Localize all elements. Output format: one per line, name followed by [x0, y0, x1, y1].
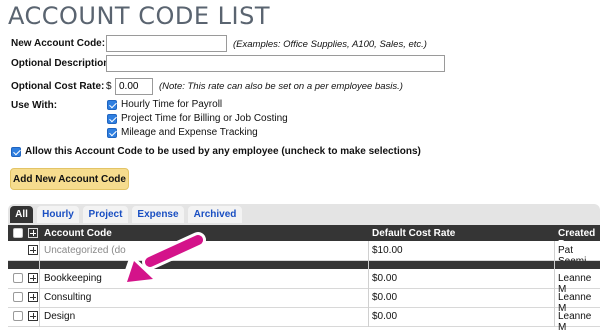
callout-arrow-icon	[120, 232, 206, 288]
